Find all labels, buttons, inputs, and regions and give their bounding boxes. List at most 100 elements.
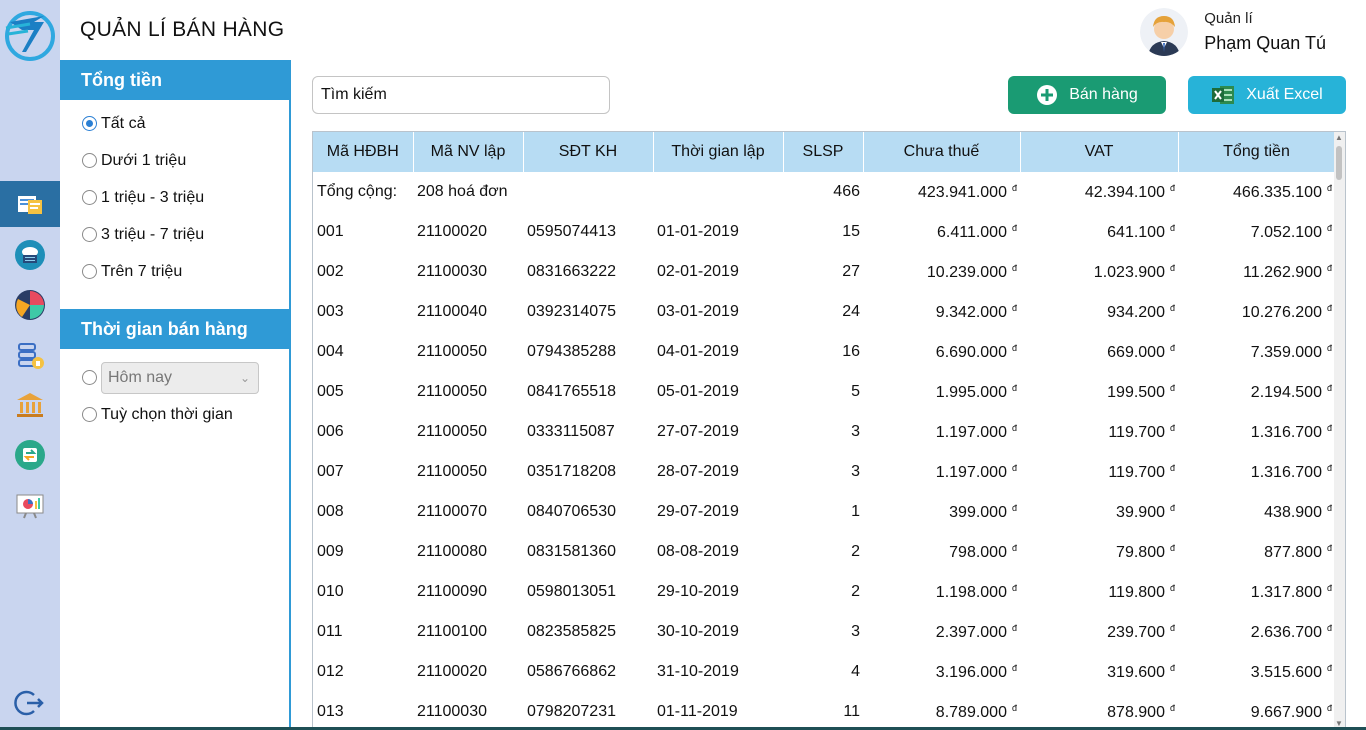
column-header-invoice-id[interactable]: Mã HĐBH — [313, 132, 414, 172]
cell-staff-id: 21100020 — [417, 223, 487, 240]
table-row[interactable]: 013 21100030 0798207231 01-11-2019 11 8.789.0… — [313, 692, 1335, 729]
cell-invoice-id: 002 — [317, 263, 344, 280]
cell-phone: 0333115087 — [527, 423, 615, 440]
select-value: Hôm nay — [108, 368, 173, 386]
cell-total: 1.317.800 đ — [1250, 582, 1332, 601]
sidebar-item-bank[interactable] — [0, 382, 60, 428]
cell-subtotal: 399.000 đ — [949, 502, 1017, 521]
scrollbar-thumb[interactable] — [1336, 146, 1342, 180]
radio-button[interactable] — [82, 153, 97, 168]
radio-button[interactable] — [82, 407, 97, 422]
search-input[interactable] — [312, 76, 610, 114]
cell-total: 10.276.200 đ — [1241, 302, 1332, 321]
cell-date: 28-07-2019 — [657, 463, 739, 480]
table-row[interactable]: 005 21100050 0841765518 05-01-2019 5 1.995.00… — [313, 372, 1335, 412]
table-row[interactable]: 003 21100040 0392314075 03-01-2019 24 9.342.0… — [313, 292, 1335, 332]
cell-qty: 5 — [851, 383, 860, 400]
filter-total-over-7m[interactable]: Trên 7 triệu — [60, 253, 289, 290]
sidebar-item-statistics[interactable] — [0, 282, 60, 328]
cell-staff-id: 21100020 — [417, 663, 487, 680]
table-scrollbar[interactable]: ▲ ▼ — [1334, 132, 1345, 729]
cell-staff-id: 21100050 — [417, 463, 487, 480]
cloud-database-icon — [15, 240, 45, 270]
cell-invoice-id: 009 — [317, 543, 344, 560]
cell-total: 7.052.100 đ — [1250, 222, 1332, 241]
cell-total: 11.262.900 đ — [1243, 262, 1332, 281]
cell-qty: 3 — [851, 423, 860, 440]
total-filter-title: Tổng tiền — [60, 60, 289, 100]
cell-phone: 0831581360 — [527, 543, 616, 560]
table-header-row: Mã HĐBH Mã NV lập SĐT KH Thời gian lập S… — [313, 132, 1336, 172]
cell-vat: 119.700 đ — [1108, 462, 1175, 481]
column-header-qty[interactable]: SLSP — [783, 132, 864, 172]
filter-total-all[interactable]: Tất cả — [60, 105, 289, 142]
radio-button[interactable] — [82, 264, 97, 279]
table-row[interactable]: 012 21100020 0586766862 31-10-2019 4 3.196.00… — [313, 652, 1335, 692]
column-header-vat[interactable]: VAT — [1020, 132, 1179, 172]
totals-vat: 42.394.100 đ — [1084, 182, 1175, 201]
cell-qty: 16 — [842, 343, 860, 360]
filter-total-under-1m[interactable]: Dưới 1 triệu — [60, 142, 289, 179]
cell-invoice-id: 010 — [317, 583, 344, 600]
cell-vat: 878.900 đ — [1107, 702, 1175, 721]
user-profile[interactable]: Quản lí Phạm Quan Tú — [1140, 6, 1326, 58]
export-excel-button[interactable]: Xuất Excel — [1188, 76, 1346, 114]
column-header-date[interactable]: Thời gian lập — [653, 132, 784, 172]
filter-total-1m-3m[interactable]: 1 triệu - 3 triệu — [60, 179, 289, 216]
sidebar-item-cloud-data[interactable] — [0, 232, 60, 278]
radio-button[interactable] — [82, 116, 97, 131]
filter-time-preset[interactable]: Hôm nay ⌄ — [60, 359, 289, 396]
table-row[interactable]: 006 21100050 0333115087 27-07-2019 3 1.197.00… — [313, 412, 1335, 452]
cell-qty: 4 — [851, 663, 860, 680]
radio-label: 3 triệu - 7 triệu — [101, 225, 205, 243]
cell-vat: 641.100 đ — [1107, 222, 1175, 241]
cell-vat: 119.800 đ — [1108, 582, 1175, 601]
column-header-phone[interactable]: SĐT KH — [523, 132, 654, 172]
sidebar-item-reports[interactable] — [0, 482, 60, 528]
cell-date: 30-10-2019 — [657, 623, 739, 640]
cell-staff-id: 21100070 — [417, 503, 487, 520]
cell-date: 29-10-2019 — [657, 583, 739, 600]
table-row[interactable]: 007 21100050 0351718208 28-07-2019 3 1.197.00… — [313, 452, 1335, 492]
table-row[interactable]: 010 21100090 0598013051 29-10-2019 2 1.198.00… — [313, 572, 1335, 612]
radio-button[interactable] — [82, 370, 97, 385]
table-row[interactable]: 001 21100020 0595074413 01-01-2019 15 6.411.0… — [313, 212, 1335, 252]
filter-total-3m-7m[interactable]: 3 triệu - 7 triệu — [60, 216, 289, 253]
scroll-up-icon[interactable]: ▲ — [1335, 133, 1343, 142]
filter-time-custom[interactable]: Tuỳ chọn thời gian — [60, 396, 289, 433]
column-header-total[interactable]: Tổng tiền — [1178, 132, 1336, 172]
radio-button[interactable] — [82, 227, 97, 242]
invoice-table[interactable]: Mã HĐBH Mã NV lập SĐT KH Thời gian lập S… — [312, 131, 1346, 730]
column-header-subtotal[interactable]: Chưa thuế — [863, 132, 1021, 172]
cell-date: 04-01-2019 — [657, 343, 739, 360]
cell-phone: 0598013051 — [527, 583, 616, 600]
table-row[interactable]: 009 21100080 0831581360 08-08-2019 2 798.000 đ… — [313, 532, 1335, 572]
column-header-staff-id[interactable]: Mã NV lập — [413, 132, 524, 172]
cell-staff-id: 21100040 — [417, 303, 487, 320]
sidebar-item-secure-data[interactable] — [0, 332, 60, 378]
radio-label: Tuỳ chọn thời gian — [101, 405, 233, 423]
sidebar-item-invoices[interactable] — [0, 181, 60, 227]
cell-phone: 0794385288 — [527, 343, 616, 360]
totals-qty: 466 — [833, 183, 860, 200]
cell-qty: 2 — [851, 583, 860, 600]
logout-icon — [14, 690, 44, 716]
radio-label: 1 triệu - 3 triệu — [101, 188, 205, 206]
filter-panel: Tổng tiền Tất cả Dưới 1 triệu 1 triệu - … — [60, 60, 291, 730]
cell-vat: 1.023.900 đ — [1093, 262, 1175, 281]
cell-total: 1.316.700 đ — [1250, 462, 1332, 481]
logout-button[interactable] — [0, 680, 60, 726]
time-preset-select[interactable]: Hôm nay ⌄ — [101, 361, 259, 394]
cell-phone: 0351718208 — [527, 463, 616, 480]
table-row[interactable]: 011 21100100 0823585825 30-10-2019 3 2.397.00… — [313, 612, 1335, 652]
table-row[interactable]: 002 21100030 0831663222 02-01-2019 27 10.239.… — [313, 252, 1335, 292]
sidebar-item-transfer[interactable] — [0, 432, 60, 478]
sell-button[interactable]: Bán hàng — [1008, 76, 1166, 114]
radio-button[interactable] — [82, 190, 97, 205]
chevron-down-icon: ⌄ — [239, 370, 250, 385]
cell-date: 27-07-2019 — [657, 423, 739, 440]
table-row[interactable]: 004 21100050 0794385288 04-01-2019 16 6.690.0… — [313, 332, 1335, 372]
cell-vat: 39.900 đ — [1116, 502, 1175, 521]
table-row[interactable]: 008 21100070 0840706530 29-07-2019 1 399.000 đ… — [313, 492, 1335, 532]
cell-subtotal: 6.411.000 đ — [936, 222, 1017, 241]
